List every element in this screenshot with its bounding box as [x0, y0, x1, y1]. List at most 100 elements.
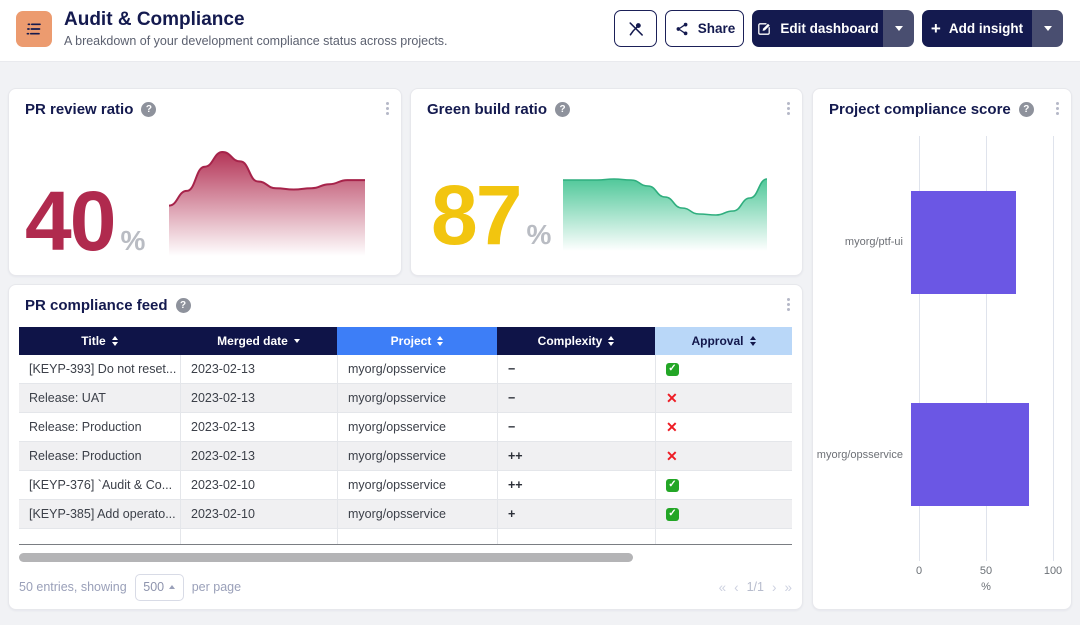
rejected-cross-icon: ✕ [666, 420, 678, 434]
rejected-cross-icon: ✕ [666, 391, 678, 405]
project-cell: myorg/opsservice [337, 355, 497, 383]
add-insight-button-group: + Add insight [922, 10, 1063, 47]
help-icon[interactable] [555, 102, 570, 117]
complexity-cell: − [497, 413, 655, 441]
page-indicator: 1/1 [747, 580, 764, 594]
project-cell: myorg/opsservice [337, 442, 497, 470]
complexity-cell: ++ [497, 471, 655, 499]
add-insight-label: Add insight [949, 21, 1023, 36]
first-page-button[interactable]: « [719, 580, 727, 595]
feed-table-body: [KEYP-393] Do not reset...2023-02-13myor… [19, 355, 792, 529]
merged-date-cell: 2023-02-13 [180, 413, 337, 441]
compliance-bar [911, 191, 1016, 294]
card-menu-icon[interactable] [386, 107, 389, 110]
bar-category-label: myorg/ptf-ui [813, 236, 911, 248]
column-header-project[interactable]: Project [337, 327, 497, 355]
add-insight-dropdown[interactable] [1032, 10, 1063, 47]
rejected-cross-icon: ✕ [666, 449, 678, 463]
table-empty-strip [19, 529, 792, 545]
pr-title-cell: Release: Production [19, 413, 180, 441]
merged-date-cell: 2023-02-10 [180, 471, 337, 499]
chevron-down-icon [895, 26, 903, 31]
x-axis-label: % [981, 581, 991, 593]
horizontal-bar-chart: myorg/ptf-ui myorg/opsservice [813, 136, 1071, 561]
card-menu-icon[interactable] [787, 107, 790, 110]
pr-title-cell: [KEYP-393] Do not reset... [19, 355, 180, 383]
column-header-title[interactable]: Title [19, 327, 180, 355]
table-row[interactable]: Release: Production2023-02-13myorg/opsse… [19, 413, 792, 442]
table-row[interactable]: [KEYP-393] Do not reset...2023-02-13myor… [19, 355, 792, 384]
edit-dashboard-label: Edit dashboard [780, 21, 878, 36]
card-title: Green build ratio [427, 101, 547, 118]
next-page-button[interactable]: › [772, 580, 777, 595]
merged-date-cell: 2023-02-10 [180, 500, 337, 528]
card-menu-icon[interactable] [787, 303, 790, 306]
green-build-sparkline [563, 171, 767, 251]
chevron-up-icon [169, 585, 175, 589]
plus-icon: + [931, 20, 941, 37]
bar-category-label: myorg/opsservice [813, 449, 911, 461]
column-header-merged-date[interactable]: Merged date [180, 327, 337, 355]
complexity-cell: ++ [497, 442, 655, 470]
dashboard-icon-tile [16, 11, 52, 47]
horizontal-scrollbar[interactable] [19, 553, 633, 562]
metric-unit: % [526, 219, 551, 251]
page-size-select[interactable]: 500 [135, 574, 184, 601]
pr-review-ratio-card: PR review ratio 40 % [8, 88, 402, 276]
top-bar: Audit & Compliance A breakdown of your d… [0, 0, 1080, 62]
project-cell: myorg/opsservice [337, 500, 497, 528]
edit-dashboard-dropdown[interactable] [883, 10, 914, 47]
unpin-button[interactable] [614, 10, 657, 47]
project-cell: myorg/opsservice [337, 384, 497, 412]
approval-cell: ✓ [655, 471, 792, 499]
prev-page-button[interactable]: ‹ [734, 580, 739, 595]
edit-dashboard-button[interactable]: Edit dashboard [752, 10, 883, 47]
add-insight-button[interactable]: + Add insight [922, 10, 1032, 47]
approved-check-icon: ✓ [666, 479, 679, 492]
sort-icon [112, 336, 118, 346]
sort-icon [437, 336, 443, 346]
help-icon[interactable] [176, 298, 191, 313]
bar-row: myorg/ptf-ui [813, 136, 1071, 349]
card-title: PR review ratio [25, 101, 133, 118]
column-header-complexity[interactable]: Complexity [497, 327, 655, 355]
project-cell: myorg/opsservice [337, 413, 497, 441]
help-icon[interactable] [1019, 102, 1034, 117]
compliance-bar [911, 403, 1029, 506]
pr-review-sparkline [169, 144, 365, 256]
approval-cell: ✓ [655, 355, 792, 383]
complexity-cell: − [497, 384, 655, 412]
sort-icon [608, 336, 614, 346]
share-button[interactable]: Share [665, 10, 744, 47]
column-label: Title [81, 334, 105, 348]
edit-dashboard-button-group: Edit dashboard [752, 10, 914, 47]
table-header-row: Title Merged date Project Complexity App… [19, 327, 792, 355]
share-icon [674, 21, 690, 37]
last-page-button[interactable]: » [784, 580, 792, 595]
page-size-value: 500 [143, 580, 164, 594]
project-cell: myorg/opsservice [337, 471, 497, 499]
approval-cell: ✕ [655, 413, 792, 441]
table-row[interactable]: Release: Production2023-02-13myorg/opsse… [19, 442, 792, 471]
table-row[interactable]: Release: UAT2023-02-13myorg/opsservice−✕ [19, 384, 792, 413]
table-row[interactable]: [KEYP-385] Add operato...2023-02-10myorg… [19, 500, 792, 529]
x-axis-tick: 100 [1044, 565, 1062, 577]
column-label: Project [391, 334, 432, 348]
approved-check-icon: ✓ [666, 508, 679, 521]
chevron-down-icon [1044, 26, 1052, 31]
column-header-approval[interactable]: Approval [655, 327, 792, 355]
metric-value: 40 [25, 185, 114, 257]
card-title: Project compliance score [829, 101, 1011, 118]
feed-table: Title Merged date Project Complexity App… [19, 327, 792, 545]
metric-value: 87 [431, 179, 520, 251]
sort-desc-icon [294, 339, 300, 343]
column-label: Complexity [538, 334, 603, 348]
help-icon[interactable] [141, 102, 156, 117]
merged-date-cell: 2023-02-13 [180, 355, 337, 383]
table-row[interactable]: [KEYP-376] `Audit & Co...2023-02-10myorg… [19, 471, 792, 500]
card-menu-icon[interactable] [1056, 107, 1059, 110]
approval-cell: ✓ [655, 500, 792, 528]
entries-count-text: 50 entries, showing [19, 580, 127, 594]
complexity-cell: + [497, 500, 655, 528]
approved-check-icon: ✓ [666, 363, 679, 376]
